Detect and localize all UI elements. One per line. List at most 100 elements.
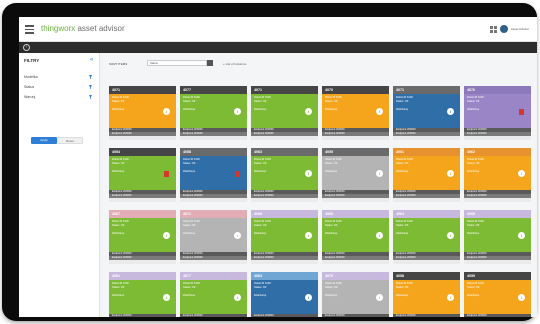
info-icon[interactable]: i <box>518 294 525 301</box>
info-icon[interactable]: i <box>305 170 312 177</box>
asset-card-title[interactable]: 4071 <box>251 86 318 94</box>
info-icon[interactable]: i <box>163 108 170 115</box>
asset-card[interactable]: 4071 Robot IR 6100 Status: OK Watchstop i End… <box>180 210 247 268</box>
asset-card-title[interactable]: 4067 <box>109 210 176 218</box>
asset-card[interactable]: 4068 Robot IR 6100 Status: OK Watchstop i End… <box>251 210 318 268</box>
asset-card-title[interactable]: 4065 <box>464 210 531 218</box>
asset-card-title[interactable]: 4058 <box>393 272 460 280</box>
asset-card[interactable]: 4076 Robot IR 6100 Status: OK Watchstop Endp… <box>464 86 531 144</box>
asset-card-title[interactable]: 4063 <box>251 272 318 280</box>
asset-card-line1: Robot IR 6100 <box>254 220 271 223</box>
asset-card-title[interactable]: 4076 <box>464 86 531 94</box>
asset-card-line2: Status: OK <box>112 100 125 103</box>
asset-card-line3: Watchstop <box>325 232 338 235</box>
asset-card-title[interactable]: 4068 <box>251 210 318 218</box>
info-icon[interactable]: i <box>447 170 454 177</box>
asset-card[interactable]: 4055 Robot IR 6100 Status: OK Watchstop i End… <box>322 148 389 206</box>
asset-card-footer <box>322 260 389 264</box>
asset-card-line3: Watchstop <box>467 170 480 173</box>
asset-card[interactable]: 4070 Robot IR 6100 Status: OK Watchstop i End… <box>322 86 389 144</box>
asset-card[interactable]: 4058 Robot IR 6100 Status: OK Watchstop i End… <box>393 272 460 317</box>
asset-card-line3: Watchstop <box>112 108 125 111</box>
asset-card-title[interactable]: 4069 <box>322 210 389 218</box>
alert-icon[interactable] <box>235 171 240 177</box>
info-icon[interactable]: i <box>376 232 383 239</box>
info-icon[interactable]: i <box>234 108 241 115</box>
info-icon[interactable]: i <box>518 170 525 177</box>
asset-card-title[interactable]: 4077 <box>180 272 247 280</box>
info-icon[interactable]: i <box>305 294 312 301</box>
asset-card-line2: Status: OK <box>183 224 196 227</box>
info-icon[interactable]: i <box>305 108 312 115</box>
asset-card-title[interactable]: 4071 <box>109 86 176 94</box>
asset-card[interactable]: 4071 Robot IR 6100 Status: OK Watchstop i End… <box>251 86 318 144</box>
asset-card[interactable]: 4054 Robot IR 6100 Status: OK Watchstop Endp… <box>109 148 176 206</box>
asset-card[interactable]: 4061 Robot IR 6100 Status: OK Watchstop i End… <box>109 272 176 317</box>
asset-card-footer <box>109 198 176 202</box>
asset-card-title[interactable]: 4062 <box>464 148 531 156</box>
asset-card[interactable]: 4067 Robot IR 6100 Status: OK Watchstop i End… <box>109 210 176 268</box>
asset-card[interactable]: 4065 Robot IR 6100 Status: OK Watchstop i End… <box>464 210 531 268</box>
asset-card-title[interactable]: 4077 <box>180 86 247 94</box>
info-icon[interactable]: i <box>447 232 454 239</box>
asset-card[interactable]: 4069 Robot IR 6100 Status: OK Watchstop i End… <box>322 210 389 268</box>
asset-card[interactable]: 4077 Robot IR 6100 Status: OK Watchstop i End… <box>180 86 247 144</box>
asset-card-line1: Robot IR 6100 <box>183 282 200 285</box>
alert-icon[interactable] <box>519 109 524 115</box>
asset-card-title[interactable]: 4061 <box>393 148 460 156</box>
asset-card-line1: Robot IR 6100 <box>325 220 342 223</box>
asset-card-title[interactable]: 4070 <box>322 272 389 280</box>
asset-card-line2: Status: OK <box>254 100 267 103</box>
asset-card[interactable]: 4071 Robot IR 6100 Status: OK Watchstop i End… <box>109 86 176 144</box>
asset-card-title[interactable]: 4054 <box>109 148 176 156</box>
asset-card-line1: Robot IR 6100 <box>396 158 413 161</box>
asset-card-line3: Watchstop <box>396 108 409 111</box>
asset-card-body: Robot IR 6100 Status: OK Watchstop i <box>180 280 247 314</box>
info-icon[interactable]: i <box>376 294 383 301</box>
info-icon[interactable]: i <box>305 232 312 239</box>
asset-card-footer <box>251 260 318 264</box>
asset-card-footer <box>180 198 247 202</box>
asset-card-line1: Robot IR 6100 <box>254 96 271 99</box>
asset-card-title[interactable]: 4064 <box>393 210 460 218</box>
asset-card-line2: Status: OK <box>467 100 480 103</box>
asset-card-title[interactable]: 4058 <box>180 148 247 156</box>
asset-card-body: Robot IR 6100 Status: OK Watchstop i <box>251 280 318 314</box>
info-icon[interactable]: i <box>447 294 454 301</box>
asset-card-line1: Robot IR 6100 <box>467 96 484 99</box>
info-icon[interactable]: i <box>376 108 383 115</box>
alert-icon[interactable] <box>164 171 169 177</box>
info-icon[interactable]: i <box>447 108 454 115</box>
asset-card-title[interactable]: 4055 <box>322 148 389 156</box>
asset-card-body: Robot IR 6100 Status: OK Watchstop <box>109 156 176 190</box>
asset-card[interactable]: 4071 Robot IR 6100 Status: OK Watchstop i End… <box>393 86 460 144</box>
asset-card[interactable]: 4064 Robot IR 6100 Status: OK Watchstop i End… <box>393 210 460 268</box>
info-icon[interactable]: i <box>163 294 170 301</box>
asset-card[interactable]: 4070 Robot IR 6100 Status: OK Watchstop i End… <box>322 272 389 317</box>
asset-card-footer <box>180 136 247 140</box>
info-icon[interactable]: i <box>163 232 170 239</box>
info-icon[interactable]: i <box>234 232 241 239</box>
info-icon[interactable]: i <box>518 232 525 239</box>
asset-card-title[interactable]: 4061 <box>109 272 176 280</box>
asset-card[interactable]: 4059 Robot IR 6100 Status: OK Watchstop i End… <box>464 272 531 317</box>
asset-card-line3: Watchstop <box>254 294 267 297</box>
asset-card[interactable]: 4063 Robot IR 6100 Status: OK Watchstop i End… <box>251 272 318 317</box>
asset-card-line3: Watchstop <box>183 294 196 297</box>
asset-card-title[interactable]: 4059 <box>464 272 531 280</box>
asset-card[interactable]: 4063 Robot IR 6100 Status: OK Watchstop i End… <box>251 148 318 206</box>
asset-card-title[interactable]: 4070 <box>322 86 389 94</box>
info-icon[interactable]: i <box>234 294 241 301</box>
asset-card-line3: Watchstop <box>396 170 409 173</box>
asset-card-title[interactable]: 4071 <box>180 210 247 218</box>
info-icon[interactable]: i <box>376 170 383 177</box>
asset-card[interactable]: 4061 Robot IR 6100 Status: OK Watchstop i End… <box>393 148 460 206</box>
asset-card[interactable]: 4058 Robot IR 6100 Status: OK Watchstop Endp… <box>180 148 247 206</box>
asset-card-title[interactable]: 4063 <box>251 148 318 156</box>
asset-card-title[interactable]: 4071 <box>393 86 460 94</box>
asset-card[interactable]: 4077 Robot IR 6100 Status: OK Watchstop i End… <box>180 272 247 317</box>
asset-card-line1: Robot IR 6100 <box>325 282 342 285</box>
asset-card-body: Robot IR 6100 Status: OK Watchstop i <box>322 156 389 190</box>
asset-card[interactable]: 4062 Robot IR 6100 Status: OK Watchstop i End… <box>464 148 531 206</box>
asset-card-stat: Endpoint 200000 <box>393 314 460 317</box>
